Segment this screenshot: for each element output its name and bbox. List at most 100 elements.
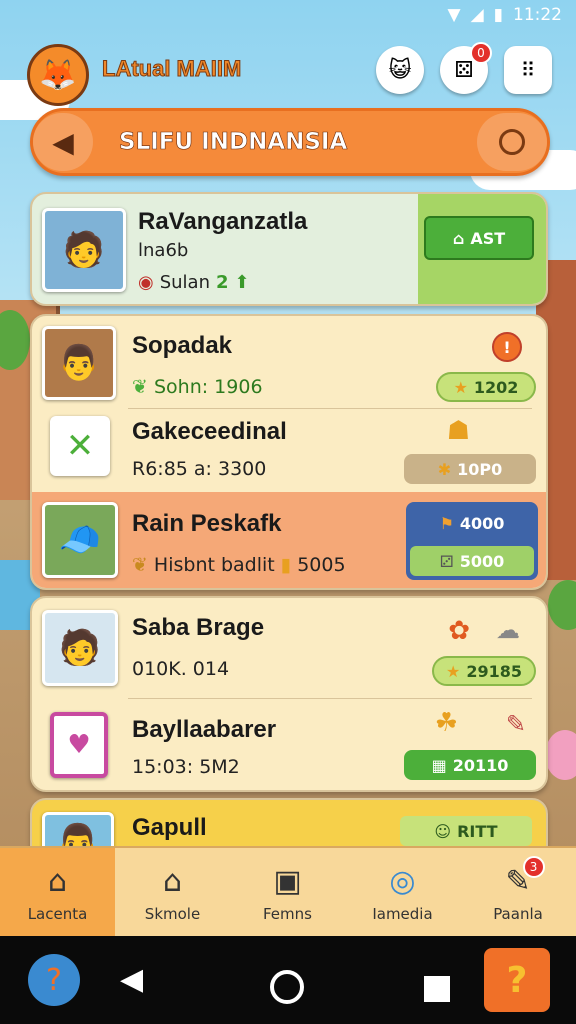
player-subtitle: 15:03: 5M2 bbox=[132, 756, 240, 778]
house-icon: ⌂ bbox=[162, 863, 183, 899]
compass-icon: ◎ bbox=[389, 863, 416, 899]
status-time: 11:22 bbox=[513, 5, 562, 25]
back-arrow-icon: ◀ bbox=[52, 125, 74, 159]
avatar: 🧑 bbox=[42, 208, 126, 292]
player-name: Gakeceedinal bbox=[132, 418, 287, 445]
help-icon[interactable]: ? bbox=[484, 948, 550, 1012]
dice-small-icon: ⚂ bbox=[439, 551, 454, 571]
plant-icon: ☘ bbox=[434, 708, 458, 738]
section-banner: ◀ SLIFU INDNANSIA bbox=[30, 108, 550, 176]
player-name: Bayllaabarer bbox=[132, 716, 277, 743]
ast-label: AST bbox=[470, 228, 506, 248]
nav-label: Femns bbox=[263, 904, 312, 923]
leaf-icon: ❦ bbox=[132, 554, 148, 576]
player-name: Rain Peskafk bbox=[132, 510, 282, 537]
back-button[interactable]: ◀ bbox=[33, 113, 93, 171]
player-list-group: 👨 Sopadak ❦ Sohn: 1906 ! ★ 1202 ✕ Gakecee… bbox=[30, 314, 548, 590]
app-logo[interactable]: 🦊 bbox=[27, 44, 89, 106]
star-icon: ★ bbox=[445, 661, 461, 681]
nav-item-profile[interactable]: ✎ 3 Paanla bbox=[460, 848, 576, 938]
grid-icon: ⠿ bbox=[520, 58, 536, 82]
sub-text: Hisbnt badlit bbox=[153, 554, 275, 576]
score-pill: ⚂ 5000 bbox=[410, 546, 534, 576]
app-header: 🦊 LAtual MAIIM 😺 ⚄ 0 ⠿ bbox=[0, 40, 576, 106]
leaf-icon: ❦ bbox=[132, 376, 148, 398]
nav-item-items[interactable]: ▣ Femns bbox=[230, 848, 345, 938]
score-pill: ✱ 10P0 bbox=[404, 454, 536, 484]
player-name: Sopadak bbox=[132, 332, 233, 359]
menu-grid-button[interactable]: ⠿ bbox=[504, 46, 552, 94]
home-nav-icon[interactable] bbox=[270, 970, 304, 1004]
score-value: 4000 bbox=[459, 513, 505, 533]
status-label: Sulan bbox=[159, 272, 210, 293]
sub-text: Sohn: 1906 bbox=[153, 376, 263, 398]
list-item[interactable]: ♥ Bayllaabarer 15:03: 5M2 ☘ ✎ ▦ 20110 bbox=[32, 698, 546, 790]
shoe-icon: ☁ bbox=[496, 616, 520, 644]
hero-icon: ☺ bbox=[434, 821, 452, 841]
status-bar: ▼ ◢ ▮ 11:22 bbox=[0, 0, 576, 30]
ast-button[interactable]: ⌂ AST bbox=[424, 216, 534, 260]
score-value: 20110 bbox=[452, 755, 509, 775]
grid-small-icon: ▦ bbox=[431, 755, 447, 775]
star-icon: ★ bbox=[453, 377, 468, 397]
score-value: 29185 bbox=[466, 661, 522, 681]
nav-item-home[interactable]: ⌂ Lacenta bbox=[0, 848, 115, 938]
player-subtitle: 010K. 014 bbox=[132, 658, 230, 680]
nav-label: Paanla bbox=[493, 904, 543, 923]
score-pill: ▦ 20110 bbox=[404, 750, 536, 780]
nav-label: Lacenta bbox=[27, 904, 88, 923]
nav-label: Skmole bbox=[144, 904, 201, 923]
record-icon: ◉ bbox=[138, 272, 154, 293]
signal-icon: ◢ bbox=[470, 5, 484, 25]
nav-badge: 3 bbox=[522, 855, 545, 878]
circle-icon bbox=[499, 129, 525, 155]
banner-title: SLIFU INDNANSIA bbox=[119, 129, 348, 156]
home-icon: ⌂ bbox=[47, 863, 68, 899]
score-value: RITT bbox=[457, 821, 498, 841]
list-item-highlighted[interactable]: 🧢 Rain Peskafk ❦ Hisbnt badlit ▮ 5005 ⚑ 4000… bbox=[32, 492, 546, 588]
status-number: 2 bbox=[216, 272, 229, 293]
avatar: 🧢 bbox=[42, 502, 118, 578]
house-icon: ⌂ bbox=[452, 228, 465, 248]
avatar: 👨 bbox=[42, 326, 116, 400]
profile-button[interactable]: 😺 bbox=[376, 46, 424, 94]
back-nav-icon[interactable]: ◀ bbox=[120, 962, 143, 997]
circle-button[interactable] bbox=[477, 113, 547, 171]
list-item[interactable]: ✕ Gakeceedinal R6:85 a: 3300 ☗ ✱ 10P0 bbox=[32, 408, 546, 492]
score-value: 5000 bbox=[459, 551, 505, 571]
dice-button[interactable]: ⚄ 0 bbox=[440, 42, 492, 94]
lantern-icon: ☗ bbox=[446, 416, 470, 446]
player-name: RaVanganzatla bbox=[138, 208, 308, 235]
chest-icon: ▣ bbox=[273, 863, 302, 899]
alert-icon[interactable]: ! bbox=[492, 332, 522, 362]
score-value: 10P0 bbox=[457, 459, 503, 479]
player-name: Saba Brage bbox=[132, 614, 265, 641]
score-pill: ★ 29185 bbox=[432, 656, 536, 686]
flower-icon: ✿ bbox=[448, 616, 470, 646]
wifi-icon: ▼ bbox=[447, 5, 461, 25]
list-item[interactable]: 🧑 Saba Brage 010K. 014 ✿ ☁ ★ 29185 bbox=[32, 598, 546, 698]
list-item[interactable]: 👨 Sopadak ❦ Sohn: 1906 ! ★ 1202 bbox=[32, 316, 546, 408]
character-icon: 😺 bbox=[388, 57, 412, 83]
battery-icon: ▮ bbox=[493, 5, 503, 25]
nav-item-media[interactable]: ◎ Iamedia bbox=[345, 848, 460, 938]
dice-icon: ⚄ bbox=[454, 57, 474, 83]
assistant-icon[interactable]: ? bbox=[28, 954, 80, 1006]
score-value: 1202 bbox=[473, 377, 519, 397]
coin-icon: ✱ bbox=[437, 459, 452, 479]
avatar: ✕ bbox=[50, 416, 110, 476]
app-title: LAtual MAIIM bbox=[101, 56, 242, 82]
recents-nav-icon[interactable] bbox=[424, 976, 450, 1002]
player-subtitle: lna6b bbox=[138, 240, 189, 261]
scroll-icon: ✎ 3 bbox=[505, 855, 545, 899]
nav-item-school[interactable]: ⌂ Skmole bbox=[115, 848, 230, 938]
player-card[interactable]: 🧑 RaVanganzatla lna6b ◉ Sulan 2 ⬆ ⌂ AST bbox=[30, 192, 548, 306]
score-pill: ☺ RITT bbox=[400, 816, 532, 846]
player-subtitle: ❦ Hisbnt badlit ▮ 5005 bbox=[132, 554, 346, 576]
score-pill: ⚑ 4000 bbox=[410, 508, 534, 538]
notification-badge: 0 bbox=[470, 42, 492, 64]
player-subtitle: ❦ Sohn: 1906 bbox=[132, 376, 263, 398]
avatar: 🧑 bbox=[42, 610, 118, 686]
avatar: ♥ bbox=[50, 712, 108, 778]
up-icon: ⬆ bbox=[234, 272, 250, 293]
